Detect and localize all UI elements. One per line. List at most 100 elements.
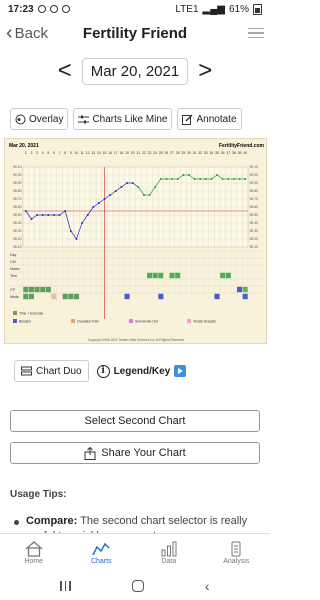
analysis-icon bbox=[231, 541, 241, 556]
tab-charts[interactable]: Charts bbox=[68, 534, 136, 571]
y-tick-label-right: 98.90 bbox=[250, 181, 259, 185]
temperature-point bbox=[171, 178, 174, 180]
x-tick-label: 4 bbox=[42, 151, 44, 155]
temperature-point bbox=[97, 202, 100, 204]
table-cell-marker bbox=[237, 286, 243, 293]
table-cell-marker bbox=[68, 293, 74, 300]
y-tick-label-right: 98.10 bbox=[250, 245, 259, 249]
tab-data[interactable]: Data bbox=[135, 534, 203, 571]
fertility-chart[interactable]: Mar 20, 2021 FertilityFriend.com 99.10 99… bbox=[4, 138, 267, 344]
table-row-label: Day bbox=[10, 253, 17, 257]
temperature-point bbox=[244, 178, 247, 180]
legend-key-button[interactable]: i Legend/Key bbox=[96, 364, 187, 378]
y-tick-label-left: 99.00 bbox=[13, 173, 22, 177]
x-tick-label: 22 bbox=[142, 151, 146, 155]
y-tick-label-right: 98.70 bbox=[250, 197, 259, 201]
legend-label: Ovulation Pain bbox=[77, 320, 99, 324]
x-tick-label: 13 bbox=[91, 151, 95, 155]
y-tick-label-left: 98.60 bbox=[13, 205, 22, 209]
x-tick-label: 8 bbox=[64, 151, 66, 155]
system-back-button[interactable]: ‹ bbox=[205, 578, 210, 594]
y-tick-label-right: 98.50 bbox=[250, 213, 259, 217]
temperature-point bbox=[159, 178, 162, 180]
edit-icon bbox=[182, 114, 193, 125]
annotate-button[interactable]: Annotate bbox=[177, 108, 242, 130]
temperature-point bbox=[204, 178, 207, 180]
legend-swatch bbox=[187, 319, 191, 323]
table-cell-marker bbox=[28, 286, 34, 293]
temperature-point bbox=[114, 190, 117, 192]
tab-analysis-label: Analysis bbox=[223, 557, 250, 565]
next-date-button[interactable]: > bbox=[198, 59, 212, 83]
notification-icon bbox=[61, 5, 70, 13]
overlay-button[interactable]: Overlay bbox=[10, 108, 69, 130]
select-second-chart-button[interactable]: Select Second Chart bbox=[10, 410, 260, 432]
table-cell-marker bbox=[45, 286, 51, 293]
tab-home[interactable]: Home bbox=[0, 534, 68, 571]
table-cell-marker bbox=[225, 272, 231, 279]
x-tick-label: 39 bbox=[238, 151, 242, 155]
table-cell-marker bbox=[124, 293, 130, 300]
x-tick-label: 36 bbox=[221, 151, 225, 155]
legend-swatch bbox=[13, 319, 17, 323]
temperature-point bbox=[92, 206, 95, 208]
x-tick-label: 38 bbox=[232, 151, 236, 155]
bottom-tab-bar: Home Charts Data Analysis bbox=[0, 533, 270, 571]
x-tick-label: 23 bbox=[148, 151, 152, 155]
y-tick-label-left: 98.40 bbox=[13, 221, 22, 225]
system-home-button[interactable] bbox=[131, 579, 144, 592]
charts-like-mine-label: Charts Like Mine bbox=[92, 113, 168, 125]
x-tick-label: 15 bbox=[103, 151, 107, 155]
x-tick-label: 35 bbox=[215, 151, 219, 155]
share-chart-label: Share Your Chart bbox=[101, 447, 186, 459]
table-row-label: Test bbox=[10, 274, 17, 278]
temperature-point bbox=[176, 178, 179, 180]
temperature-point bbox=[148, 194, 151, 196]
annotate-label: Annotate bbox=[196, 113, 237, 125]
x-tick-label: 16 bbox=[108, 151, 112, 155]
table-cell-marker bbox=[23, 286, 29, 293]
temperature-point bbox=[221, 178, 224, 180]
chart-site-label: FertilityFriend.com bbox=[219, 143, 265, 149]
y-tick-label-right: 99.00 bbox=[250, 173, 259, 177]
chart-toolbar: Overlay Charts Like Mine Annotate bbox=[10, 108, 265, 130]
temperature-point bbox=[24, 210, 27, 212]
temperature-point bbox=[238, 178, 241, 180]
x-tick-label: 12 bbox=[86, 151, 90, 155]
recent-apps-button[interactable] bbox=[60, 580, 71, 591]
chart-duo-button[interactable]: Chart Duo bbox=[14, 360, 89, 382]
battery-percent: 61% bbox=[228, 3, 249, 15]
x-tick-label: 3 bbox=[36, 151, 38, 155]
chart-tools-row: Chart Duo i Legend/Key bbox=[14, 360, 187, 382]
x-tick-label: 33 bbox=[204, 151, 208, 155]
charts-icon bbox=[92, 542, 110, 555]
select-second-chart-label: Select Second Chart bbox=[84, 415, 186, 427]
x-tick-label: 29 bbox=[181, 151, 185, 155]
table-cell-marker bbox=[62, 293, 68, 300]
table-row-label: CP bbox=[10, 288, 16, 292]
x-tick-label: 26 bbox=[165, 151, 169, 155]
temperature-point bbox=[52, 214, 55, 216]
x-tick-label: 1 bbox=[25, 151, 27, 155]
menu-icon[interactable] bbox=[248, 27, 264, 39]
table-cell-marker bbox=[28, 293, 34, 300]
legend-label: Time + Exercise bbox=[19, 312, 43, 316]
info-icon: i bbox=[96, 364, 110, 378]
y-tick-label-left: 98.10 bbox=[13, 245, 22, 249]
home-icon bbox=[25, 540, 43, 557]
x-tick-label: 14 bbox=[97, 151, 101, 155]
x-tick-label: 5 bbox=[47, 151, 49, 155]
y-tick-label-right: 98.30 bbox=[250, 229, 259, 233]
previous-date-button[interactable]: < bbox=[58, 59, 72, 83]
x-tick-label: 17 bbox=[114, 151, 118, 155]
back-button[interactable]: ‹ Back bbox=[6, 23, 48, 43]
charts-like-mine-button[interactable]: Charts Like Mine bbox=[73, 108, 173, 130]
tab-analysis[interactable]: Analysis bbox=[203, 534, 271, 571]
x-tick-label: 7 bbox=[59, 151, 61, 155]
temperature-point bbox=[69, 230, 72, 232]
share-chart-button[interactable]: Share Your Chart bbox=[10, 442, 260, 464]
chart-copyright: Copyright 1998-2021 Tamtris Web Services… bbox=[88, 338, 184, 342]
legend-key-label: Legend/Key bbox=[113, 365, 171, 377]
x-tick-label: 40 bbox=[243, 151, 247, 155]
date-picker[interactable]: Mar 20, 2021 bbox=[81, 57, 189, 85]
